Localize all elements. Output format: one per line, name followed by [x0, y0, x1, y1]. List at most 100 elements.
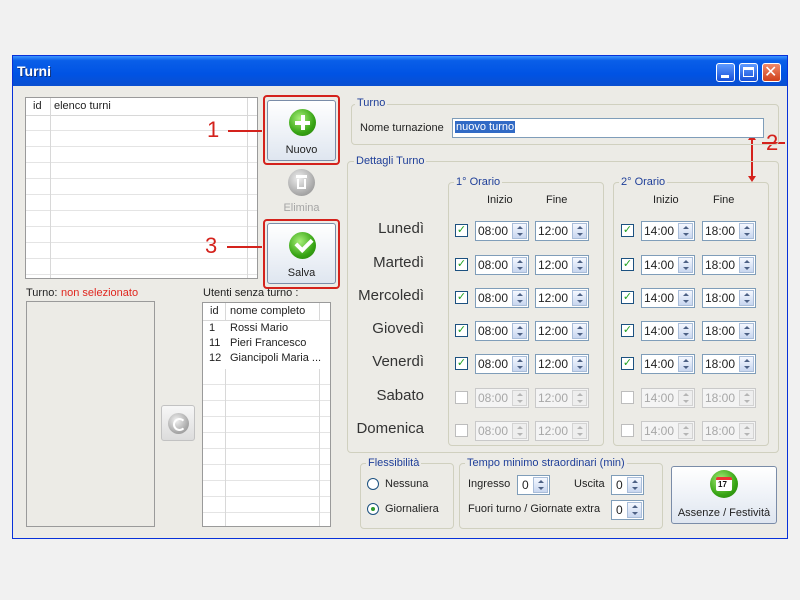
spin-arrows-icon[interactable]: [678, 290, 693, 306]
spin-arrows-icon[interactable]: [678, 423, 693, 439]
users-column-name-header[interactable]: nome completo: [230, 305, 305, 317]
title-bar[interactable]: Turni ✕: [13, 56, 787, 86]
slot1-start-time-stepper[interactable]: 08:00: [475, 421, 529, 441]
annotation-3: 3: [205, 233, 218, 258]
flex-group: [360, 463, 454, 529]
spin-arrows-icon[interactable]: [739, 257, 754, 273]
slot2-end-time-stepper[interactable]: 18:00: [702, 388, 756, 408]
shift-name-input[interactable]: nuovo turno: [452, 118, 764, 138]
slot2-end-time-stepper[interactable]: 18:00: [702, 421, 756, 441]
flex-option-none-label: Nessuna: [385, 478, 429, 490]
shifts-list[interactable]: id elenco turni: [25, 97, 258, 279]
slot1-start-time-stepper[interactable]: 08:00: [475, 388, 529, 408]
spin-arrows-icon[interactable]: [678, 356, 693, 372]
slot2-day-checkbox[interactable]: [621, 391, 634, 404]
spin-arrows-icon[interactable]: [572, 356, 587, 372]
spin-arrows-icon[interactable]: [678, 323, 693, 339]
slot1-start-time-stepper[interactable]: 08:00: [475, 354, 529, 374]
spin-arrows-icon[interactable]: [572, 257, 587, 273]
column-name-header[interactable]: elenco turni: [54, 100, 111, 112]
slot2-start-time-stepper[interactable]: 14:00: [641, 255, 695, 275]
spin-arrows-icon[interactable]: [739, 290, 754, 306]
spin-arrows-icon[interactable]: [627, 502, 642, 518]
flex-option-daily[interactable]: [367, 503, 379, 515]
list-item[interactable]: 11 Pieri Francesco: [203, 337, 330, 352]
spin-arrows-icon[interactable]: [572, 223, 587, 239]
spin-arrows-icon[interactable]: [739, 223, 754, 239]
maximize-button[interactable]: [739, 63, 758, 82]
list-item[interactable]: 1 Rossi Mario: [203, 322, 330, 337]
slot2-day-checkbox[interactable]: ✓: [621, 258, 634, 271]
slot2-start-time-stepper[interactable]: 14:00: [641, 221, 695, 241]
spin-arrows-icon[interactable]: [512, 423, 527, 439]
spin-arrows-icon[interactable]: [739, 323, 754, 339]
spin-arrows-icon[interactable]: [512, 223, 527, 239]
slot2-start-time-stepper[interactable]: 14:00: [641, 321, 695, 341]
spin-arrows-icon[interactable]: [512, 323, 527, 339]
slot1-end-time-stepper[interactable]: 12:00: [535, 255, 589, 275]
users-column-id-header[interactable]: id: [210, 305, 219, 317]
delete-button[interactable]: Elimina: [267, 166, 336, 216]
slot2-end-time-stepper[interactable]: 18:00: [702, 321, 756, 341]
slot2-end-time-stepper[interactable]: 18:00: [702, 354, 756, 374]
slot2-day-checkbox[interactable]: ✓: [621, 224, 634, 237]
slot2-start-time-stepper[interactable]: 14:00: [641, 421, 695, 441]
flex-option-none[interactable]: [367, 478, 379, 490]
turno-users-list[interactable]: [26, 301, 155, 527]
slot1-end-time-stepper[interactable]: 12:00: [535, 388, 589, 408]
spin-arrows-icon[interactable]: [512, 390, 527, 406]
list-item[interactable]: 12 Giancipoli Maria ...: [203, 352, 330, 367]
slot1-start-time-stepper[interactable]: 08:00: [475, 288, 529, 308]
slot1-end-time-stepper[interactable]: 12:00: [535, 288, 589, 308]
spin-arrows-icon[interactable]: [572, 290, 587, 306]
highlight-box-save: [263, 219, 340, 289]
spin-arrows-icon[interactable]: [739, 356, 754, 372]
transfer-button[interactable]: [161, 405, 195, 441]
spin-arrows-icon[interactable]: [512, 356, 527, 372]
slot1-end-time-stepper[interactable]: 12:00: [535, 354, 589, 374]
slot2-start-time-stepper[interactable]: 14:00: [641, 354, 695, 374]
spin-arrows-icon[interactable]: [627, 477, 642, 493]
slot1-start-time-stepper[interactable]: 08:00: [475, 321, 529, 341]
minimize-button[interactable]: [716, 63, 735, 82]
slot1-start-time-stepper[interactable]: 08:00: [475, 221, 529, 241]
slot2-day-checkbox[interactable]: ✓: [621, 324, 634, 337]
spin-arrows-icon[interactable]: [572, 323, 587, 339]
slot2-day-checkbox[interactable]: ✓: [621, 291, 634, 304]
slot1-day-checkbox[interactable]: ✓: [455, 258, 468, 271]
slot2-start-time-stepper[interactable]: 14:00: [641, 288, 695, 308]
slot2-start-time-stepper[interactable]: 14:00: [641, 388, 695, 408]
column-id-header[interactable]: id: [33, 100, 42, 112]
users-without-shift-list[interactable]: id nome completo 1 Rossi Mario 11 Pieri …: [202, 302, 331, 527]
slot1-end-time-stepper[interactable]: 12:00: [535, 221, 589, 241]
slot1-day-checkbox[interactable]: [455, 391, 468, 404]
spin-arrows-icon[interactable]: [678, 257, 693, 273]
spin-arrows-icon[interactable]: [678, 390, 693, 406]
slot2-end-time-stepper[interactable]: 18:00: [702, 221, 756, 241]
spin-arrows-icon[interactable]: [739, 423, 754, 439]
slot1-start-time-stepper[interactable]: 08:00: [475, 255, 529, 275]
spin-arrows-icon[interactable]: [572, 390, 587, 406]
slot2-end-time-stepper[interactable]: 18:00: [702, 288, 756, 308]
spin-arrows-icon[interactable]: [572, 423, 587, 439]
slot1-day-checkbox[interactable]: ✓: [455, 324, 468, 337]
close-button[interactable]: ✕: [762, 62, 781, 82]
overtime-in-stepper[interactable]: 0: [517, 475, 550, 495]
slot1-end-time-stepper[interactable]: 12:00: [535, 321, 589, 341]
spin-arrows-icon[interactable]: [678, 223, 693, 239]
spin-arrows-icon[interactable]: [512, 257, 527, 273]
slot1-end-time-stepper[interactable]: 12:00: [535, 421, 589, 441]
overtime-out-stepper[interactable]: 0: [611, 475, 644, 495]
spin-arrows-icon[interactable]: [533, 477, 548, 493]
slot1-day-checkbox[interactable]: ✓: [455, 357, 468, 370]
slot2-day-checkbox[interactable]: [621, 424, 634, 437]
slot1-day-checkbox[interactable]: ✓: [455, 224, 468, 237]
spin-arrows-icon[interactable]: [739, 390, 754, 406]
slot2-day-checkbox[interactable]: ✓: [621, 357, 634, 370]
slot2-end-time-stepper[interactable]: 18:00: [702, 255, 756, 275]
spin-arrows-icon[interactable]: [512, 290, 527, 306]
slot1-day-checkbox[interactable]: ✓: [455, 291, 468, 304]
absences-holidays-button[interactable]: 17 Assenze / Festività: [671, 466, 777, 524]
overtime-extra-stepper[interactable]: 0: [611, 500, 644, 520]
slot1-day-checkbox[interactable]: [455, 424, 468, 437]
